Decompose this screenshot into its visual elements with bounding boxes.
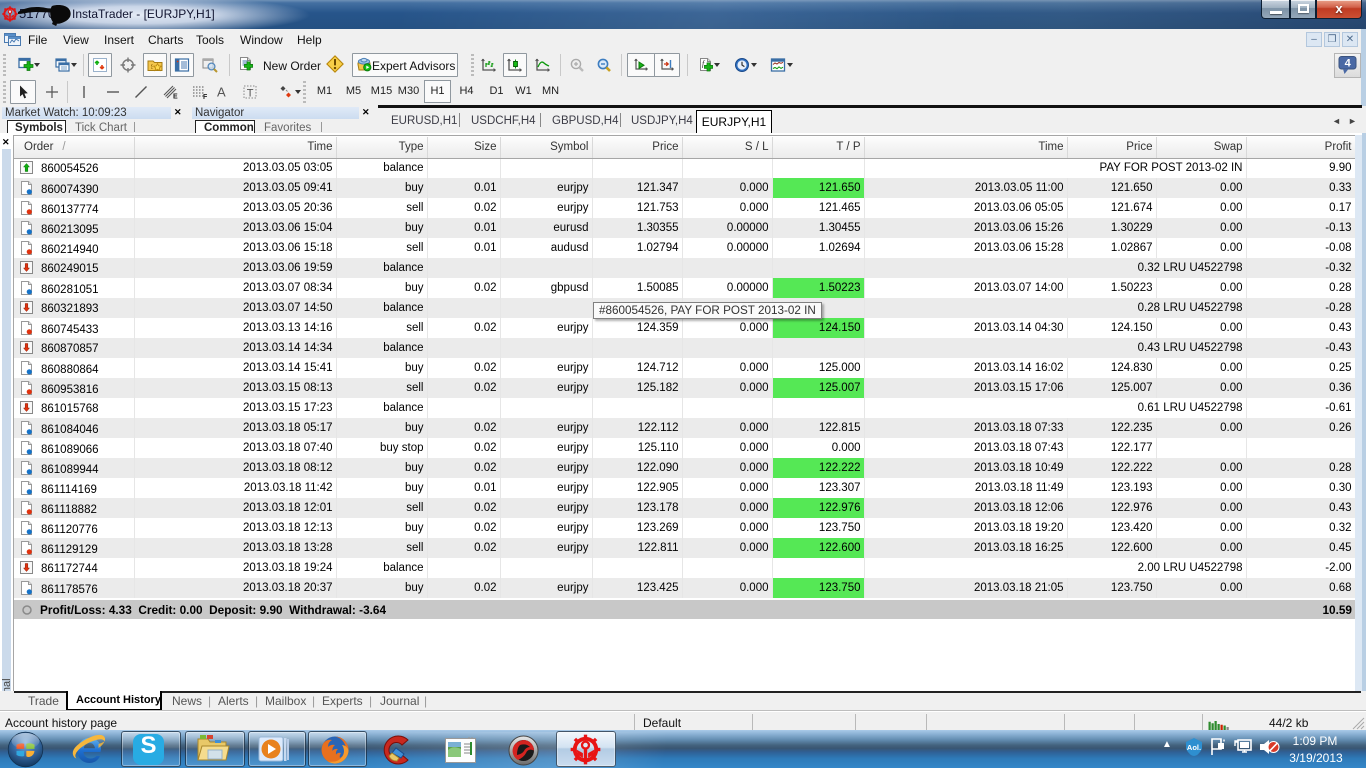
svg-text:T: T <box>247 87 254 99</box>
svg-text:A: A <box>217 85 226 100</box>
svg-text:Aol.: Aol. <box>1187 743 1201 752</box>
svg-text:E: E <box>173 94 178 101</box>
svg-text:4: 4 <box>1345 58 1352 70</box>
svg-text:F: F <box>203 94 208 100</box>
